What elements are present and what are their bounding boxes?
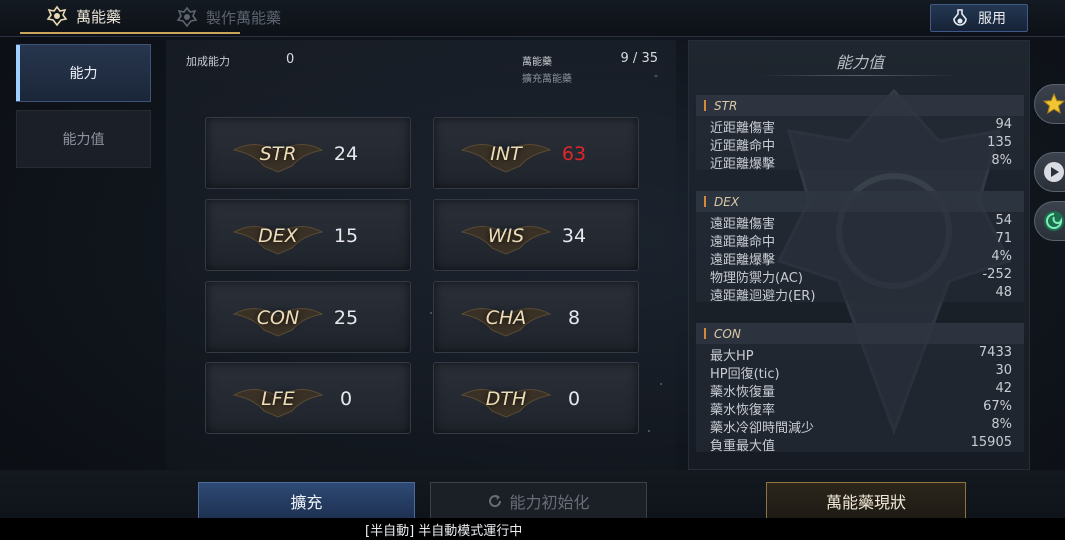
play-button[interactable] [1034,152,1065,192]
stat-row: 遠距離傷害 54 [696,212,1024,232]
craft-crest-icon [176,6,198,28]
stat-value: 25 [333,307,359,329]
stat-row-value: 4% [991,249,1012,264]
stat-name: CHA [485,307,527,329]
section-dex: DEX 遠距離傷害 54 遠距離命中 71 遠距離爆擊 4% 物理防禦力(AC) -25… [696,191,1024,304]
elixir-count-value: 9 / 35 [620,51,658,66]
stat-row: HP回復(tic) 30 [696,362,1024,382]
section-header: STR [696,95,1024,116]
stat-row: 藥水恢復量 42 [696,380,1024,400]
stat-value: 15 [333,225,359,247]
stat-name: STR [259,143,297,165]
stat-row: 最大HP 7433 [696,344,1024,364]
elixir-status-label: 萬能藥現狀 [825,493,906,512]
sidenav-item-ability-label: 能力 [69,66,98,82]
stat-value: 24 [333,143,359,165]
ability-value-title: 能力值 [835,53,884,72]
stat-name: DTH [485,388,527,410]
stat-box-wis: WIS 34 [433,199,639,271]
stat-row-value: 8% [991,417,1012,432]
sidenav-item-ability-value[interactable]: 能力值 [16,110,151,168]
stat-row-label: 遠距離迴避力(ER) [710,289,816,304]
stat-row-label: 近距離爆擊 [710,157,776,172]
stat-row-value: 71 [995,231,1012,246]
bonus-ability-label: 加成能力 [186,55,230,68]
stat-box-dex: DEX 15 [205,199,411,271]
stat-row-value: -252 [982,267,1012,282]
stat-name: INT [490,143,522,165]
tab-craft-elixir[interactable]: 製作萬能藥 [176,0,281,34]
elixir-count-label: 萬能藥 [522,57,552,68]
stat-value: 0 [339,388,353,410]
section-header: DEX [696,191,1024,212]
stat-row-value: 7433 [978,345,1012,360]
stat-row-value: 15905 [970,435,1012,450]
stat-value: 63 [561,143,587,165]
stat-value: 8 [567,307,581,329]
tab-elixir-label: 萬能藥 [76,7,122,26]
stat-value: 34 [561,225,587,247]
stat-row: 遠距離迴避力(ER) 48 [696,284,1024,304]
stat-box-lfe: LFE 0 [205,362,411,434]
use-elixir-button[interactable]: 服用 [930,4,1028,32]
stat-row-value: 42 [995,381,1012,396]
play-icon [1044,162,1064,182]
stat-box-str: STR 24 [205,117,411,189]
stat-box-con: CON 25 [205,281,411,353]
stat-value: 0 [567,388,581,410]
stat-row: 遠距離命中 71 [696,230,1024,250]
stat-row-label: 負重最大值 [710,439,776,454]
stat-row-value: 30 [995,363,1012,378]
tab-craft-elixir-label: 製作萬能藥 [206,8,282,27]
title-divider [759,75,959,76]
sidenav-item-ability[interactable]: 能力 [16,44,151,102]
stat-name: DEX [258,225,298,247]
status-bar [0,518,1065,540]
reset-ability-button[interactable]: 能力初始化 [430,482,647,520]
expand-elixir-value: - [654,69,658,82]
refresh-icon [489,495,502,508]
stat-row: 近距離命中 135 [696,134,1024,154]
stat-row: 遠距離爆擊 4% [696,248,1024,268]
stat-box-cha: CHA 8 [433,281,639,353]
stat-row-value: 8% [991,153,1012,168]
section-header: CON [696,323,1024,344]
stat-row: 藥水恢復率 67% [696,398,1024,418]
stat-row-value: 48 [995,285,1012,300]
stat-row: 近距離爆擊 8% [696,152,1024,172]
stat-row-value: 94 [995,117,1012,132]
top-tab-bar: 萬能藥 製作萬能藥 服用 [0,0,1065,37]
sidenav-item-ability-value-label: 能力值 [62,132,105,148]
stat-row-value: 54 [995,213,1012,228]
section-str: STR 近距離傷害 94 近距離命中 135 近距離爆擊 8% [696,95,1024,172]
expand-button-label: 擴充 [290,493,323,512]
auto-mode-status-text: [半自動] 半自動模式運行中 [365,524,523,539]
favorite-star-button[interactable] [1034,84,1065,124]
star-icon [1043,93,1065,115]
stat-box-int: INT 63 [433,117,639,189]
elixir-crest-icon [46,5,68,27]
section-con: CON 最大HP 7433 HP回復(tic) 30 藥水恢復量 42 藥水恢復率 67… [696,323,1024,454]
stat-name: CON [256,307,300,329]
stat-row: 物理防禦力(AC) -252 [696,266,1024,286]
stat-row: 藥水冷卻時間減少 8% [696,416,1024,436]
stat-row-value: 67% [983,399,1012,414]
stat-row-value: 135 [987,135,1012,150]
elixir-status-button[interactable]: 萬能藥現狀 [766,482,966,520]
bonus-ability-value: 0 [286,52,295,67]
expand-button[interactable]: 擴充 [198,482,415,520]
swirl-icon [1044,211,1064,231]
side-nav: 能力 能力值 [10,40,160,470]
expand-elixir-label: 擴充萬能藥 [522,74,572,85]
potion-icon [953,9,967,26]
stat-name: LFE [261,388,295,410]
use-elixir-label: 服用 [978,11,1006,27]
stat-name: WIS [487,225,525,247]
reset-ability-label: 能力初始化 [509,493,590,512]
ability-value-panel: 能力值 STR 近距離傷害 94 近距離命中 135 近距離爆擊 8% DEX 遠距離… [688,40,1030,470]
stat-row: 負重最大值 15905 [696,434,1024,454]
stat-box-dth: DTH 0 [433,362,639,434]
swirl-skill-button[interactable] [1034,201,1065,241]
stat-row: 近距離傷害 94 [696,116,1024,136]
